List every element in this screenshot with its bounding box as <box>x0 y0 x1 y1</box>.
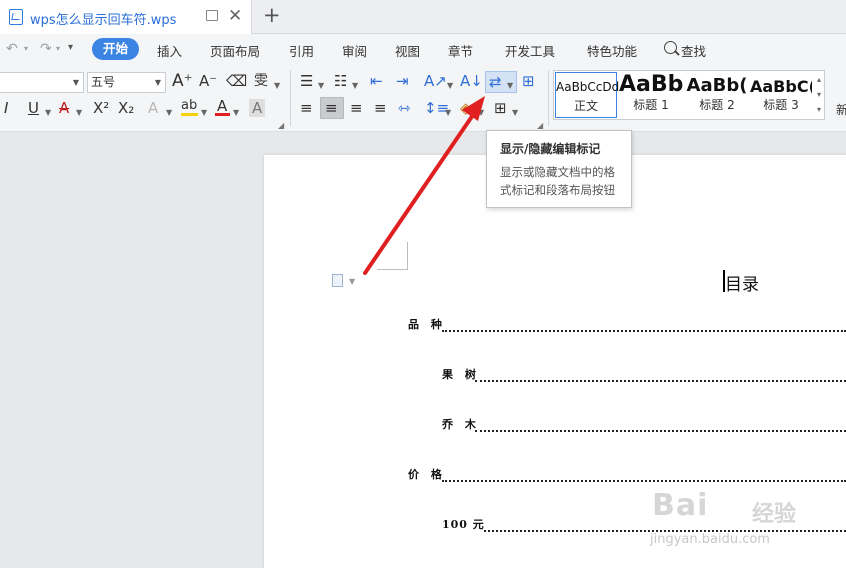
toc-entry[interactable]: 价 格 <box>408 466 846 486</box>
bullet-list-icon[interactable]: ☰ <box>300 72 313 90</box>
close-tab-icon[interactable]: ✕ <box>228 6 242 26</box>
numbered-list-icon[interactable]: ☷ <box>334 72 347 90</box>
document-heading[interactable]: 目录 <box>725 270 759 295</box>
toc-leader-dots <box>475 380 846 382</box>
font-size-value: 五号 <box>91 75 116 89</box>
group-separator <box>548 70 549 126</box>
pinyin-guide-icon[interactable]: 雯 <box>254 72 268 90</box>
style-heading-1[interactable]: AaBb 标题 1 <box>619 72 683 118</box>
undo-icon[interactable]: ↶ <box>6 41 18 57</box>
restore-icon[interactable] <box>206 10 218 21</box>
align-right-icon[interactable]: ≡ <box>350 99 363 117</box>
chevron-down-icon[interactable]: ▼ <box>445 104 451 122</box>
chevron-down-icon[interactable]: ▼ <box>201 104 207 122</box>
character-shading-icon[interactable]: A <box>249 99 266 117</box>
tab-insert[interactable]: 插入 <box>157 41 182 60</box>
italic-icon[interactable]: I <box>4 99 8 117</box>
shading-fill-icon[interactable]: ◈ <box>460 99 472 117</box>
watermark-logo-suffix: 经验 <box>752 502 797 527</box>
subscript-icon[interactable]: X₂ <box>118 99 134 117</box>
text-direction-icon[interactable]: A↗ <box>424 72 447 90</box>
chevron-down-icon[interactable]: ▼ <box>233 104 239 122</box>
toc-entry-text: 价 格 <box>408 468 446 481</box>
watermark-url: jingyan.baidu.com <box>650 532 770 547</box>
tooltip-description: 显示或隐藏文档中的格式标记和段落布局按钮 <box>500 165 615 197</box>
clear-format-icon[interactable]: ⌫ <box>226 72 247 90</box>
paragraph-dialog-launcher-icon[interactable]: ◢ <box>537 121 543 130</box>
tab-developer[interactable]: 开发工具 <box>505 41 555 60</box>
tab-view[interactable]: 视图 <box>395 41 420 60</box>
font-name-combo[interactable]: ▼ <box>0 72 84 93</box>
chevron-down-icon[interactable]: ▼ <box>352 77 358 95</box>
toc-leader-dots <box>475 430 846 432</box>
chevron-down-icon[interactable]: ▼ <box>447 77 453 95</box>
style-normal[interactable]: AaBbCcDd 正文 <box>555 72 619 118</box>
search-icon[interactable] <box>664 41 677 54</box>
chevron-down-icon[interactable]: ▼ <box>45 104 51 122</box>
toc-entry-text: 100 元 <box>442 518 485 531</box>
toc-entry[interactable]: 乔 木 <box>442 416 846 436</box>
superscript-icon[interactable]: X² <box>93 99 109 117</box>
redo-icon[interactable]: ↷ <box>40 41 52 57</box>
style-heading-3[interactable]: AaBbC( 标题 3 <box>750 72 812 118</box>
wps-document-icon <box>9 9 23 25</box>
tab-home[interactable]: 开始 <box>92 38 139 60</box>
justify-icon[interactable]: ≡ <box>374 99 387 117</box>
sort-icon[interactable]: A↓ <box>460 72 483 90</box>
toc-entry[interactable]: 果 树 <box>442 366 846 386</box>
toc-leader-dots <box>442 480 846 482</box>
decrease-indent-icon[interactable]: ⇤ <box>370 72 383 90</box>
tooltip-title: 显示/隐藏编辑标记 <box>500 142 601 156</box>
toc-entry[interactable]: 品 种 <box>408 316 846 336</box>
show-hide-marks-icon[interactable]: ⇄ <box>489 73 502 91</box>
document-tab[interactable]: wps怎么显示回车符.wps ✕ <box>0 0 252 34</box>
chevron-down-icon[interactable]: ▼ <box>512 104 518 122</box>
align-left-icon[interactable]: ≡ <box>300 99 313 117</box>
tab-page-layout[interactable]: 页面布局 <box>210 41 260 60</box>
chevron-down-icon[interactable]: ▼ <box>274 77 280 95</box>
highlight-color-bar <box>181 113 198 116</box>
shrink-font-icon[interactable]: A⁻ <box>199 72 217 90</box>
style-heading-2[interactable]: AaBb( 标题 2 <box>685 72 749 118</box>
tab-review[interactable]: 审阅 <box>342 41 367 60</box>
chevron-down-icon[interactable]: ▼ <box>73 73 79 92</box>
chevron-down-icon[interactable]: ▼ <box>166 104 172 122</box>
tooltip: 显示/隐藏编辑标记 显示或隐藏文档中的格式标记和段落布局按钮 <box>486 130 632 208</box>
font-size-combo[interactable]: 五号 ▼ <box>87 72 166 93</box>
toc-leader-dots <box>442 330 846 332</box>
chevron-down-icon[interactable]: ▼ <box>318 77 324 95</box>
font-color-bar <box>215 113 230 116</box>
undo-dropdown-icon[interactable]: ▾ <box>24 44 28 53</box>
styles-gallery-scroll[interactable]: ▴ ▾ ▾ <box>813 72 825 118</box>
find-label[interactable]: 查找 <box>681 41 706 60</box>
chevron-down-icon[interactable]: ▼ <box>507 77 513 95</box>
new-tab-button[interactable]: + <box>263 3 281 27</box>
paragraph-layout-icon[interactable] <box>332 274 343 287</box>
tab-references[interactable]: 引用 <box>289 41 314 60</box>
chevron-down-icon[interactable]: ▼ <box>349 277 355 286</box>
increase-indent-icon[interactable]: ⇥ <box>396 72 409 90</box>
chevron-down-icon[interactable]: ▼ <box>155 73 161 92</box>
text-effect-icon[interactable]: A <box>148 99 158 117</box>
group-separator <box>290 70 291 126</box>
page-margin-corner-mark <box>377 242 408 270</box>
strikethrough-icon[interactable]: A <box>59 99 69 117</box>
toc-entry-text: 品 种 <box>408 318 446 331</box>
tab-chapter[interactable]: 章节 <box>448 41 473 60</box>
distributed-icon[interactable]: ⇿ <box>398 99 411 117</box>
quick-access-dropdown-icon[interactable]: ▾ <box>68 42 73 53</box>
font-dialog-launcher-icon[interactable]: ◢ <box>278 121 284 130</box>
redo-dropdown-icon[interactable]: ▾ <box>56 44 60 53</box>
document-title: wps怎么显示回车符.wps <box>30 13 177 28</box>
watermark-logo: Bai <box>652 488 709 523</box>
table-layout-icon[interactable]: ⊞ <box>522 72 535 90</box>
new-style-button[interactable]: 新 <box>836 101 846 118</box>
borders-icon[interactable]: ⊞ <box>494 99 507 117</box>
chevron-down-icon[interactable]: ▼ <box>478 104 484 122</box>
tab-special-features[interactable]: 特色功能 <box>587 41 637 60</box>
chevron-down-icon[interactable]: ▼ <box>76 104 82 122</box>
grow-font-icon[interactable]: A⁺ <box>172 72 193 90</box>
align-center-icon[interactable]: ≡ <box>325 99 338 117</box>
underline-icon[interactable]: U <box>28 99 39 117</box>
